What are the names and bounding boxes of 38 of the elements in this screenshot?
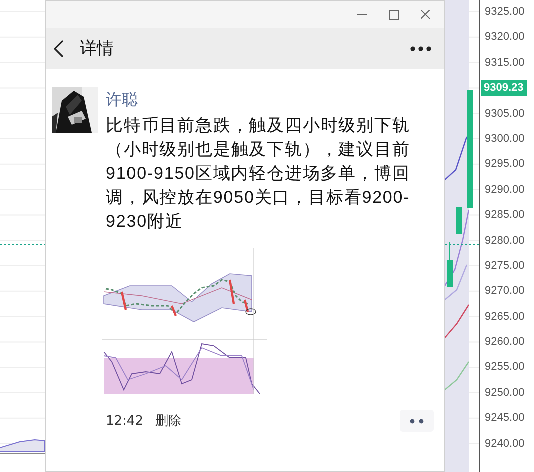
- axis-label: 9285.00: [484, 208, 526, 224]
- axis-label: 9305.00: [484, 106, 526, 122]
- price-tag: 9309.23: [481, 80, 527, 96]
- indicator-line: [445, 136, 468, 180]
- price-line: [0, 244, 45, 245]
- axis-label: 9240.00: [484, 436, 526, 452]
- axis-label: 9290.00: [484, 182, 526, 198]
- post-time: 12:42: [106, 414, 144, 428]
- axis-label: 9295.00: [484, 157, 526, 172]
- window-title: 详情: [80, 38, 115, 60]
- indicator-line: [445, 304, 470, 338]
- indicator-line: [445, 362, 470, 390]
- axis-label: 9260.00: [484, 335, 526, 350]
- axis-label: 9280.00: [484, 234, 526, 249]
- axis-label: 9315.00: [484, 56, 526, 71]
- price-line: [445, 244, 480, 245]
- comment-button[interactable]: [400, 410, 434, 432]
- candlestick: [447, 242, 453, 288]
- delete-link[interactable]: 删除: [155, 412, 400, 430]
- back-icon[interactable]: [54, 40, 64, 58]
- axis-label: 9270.00: [484, 284, 526, 300]
- maximize-icon[interactable]: [389, 10, 399, 20]
- close-icon[interactable]: [421, 10, 430, 19]
- candlestick: [456, 206, 462, 234]
- post-text: 比特币目前急跌，触及四小时级别下轨（小时级别也是触及下轨），建议目前9100-9150区域内轻仓进场多单，博回调，风控放在9050关口，目标看9200-9230附近: [106, 115, 412, 233]
- axis-label: 9265.00: [484, 310, 526, 325]
- axis-label: 9255.00: [484, 360, 526, 376]
- author-name[interactable]: 许聪: [106, 89, 138, 111]
- axis-label: 9320.00: [484, 30, 526, 46]
- more-icon[interactable]: [410, 46, 432, 52]
- axis-label: 9275.00: [484, 258, 526, 274]
- axis-label: 9300.00: [484, 132, 526, 147]
- axis-line: [0, 453, 45, 454]
- axis-label: 9245.00: [484, 411, 526, 426]
- more-icon[interactable]: [410, 418, 424, 424]
- axis-label: 9250.00: [484, 386, 526, 401]
- axis-label: 9325.00: [484, 5, 526, 20]
- band-shading: [0, 440, 45, 452]
